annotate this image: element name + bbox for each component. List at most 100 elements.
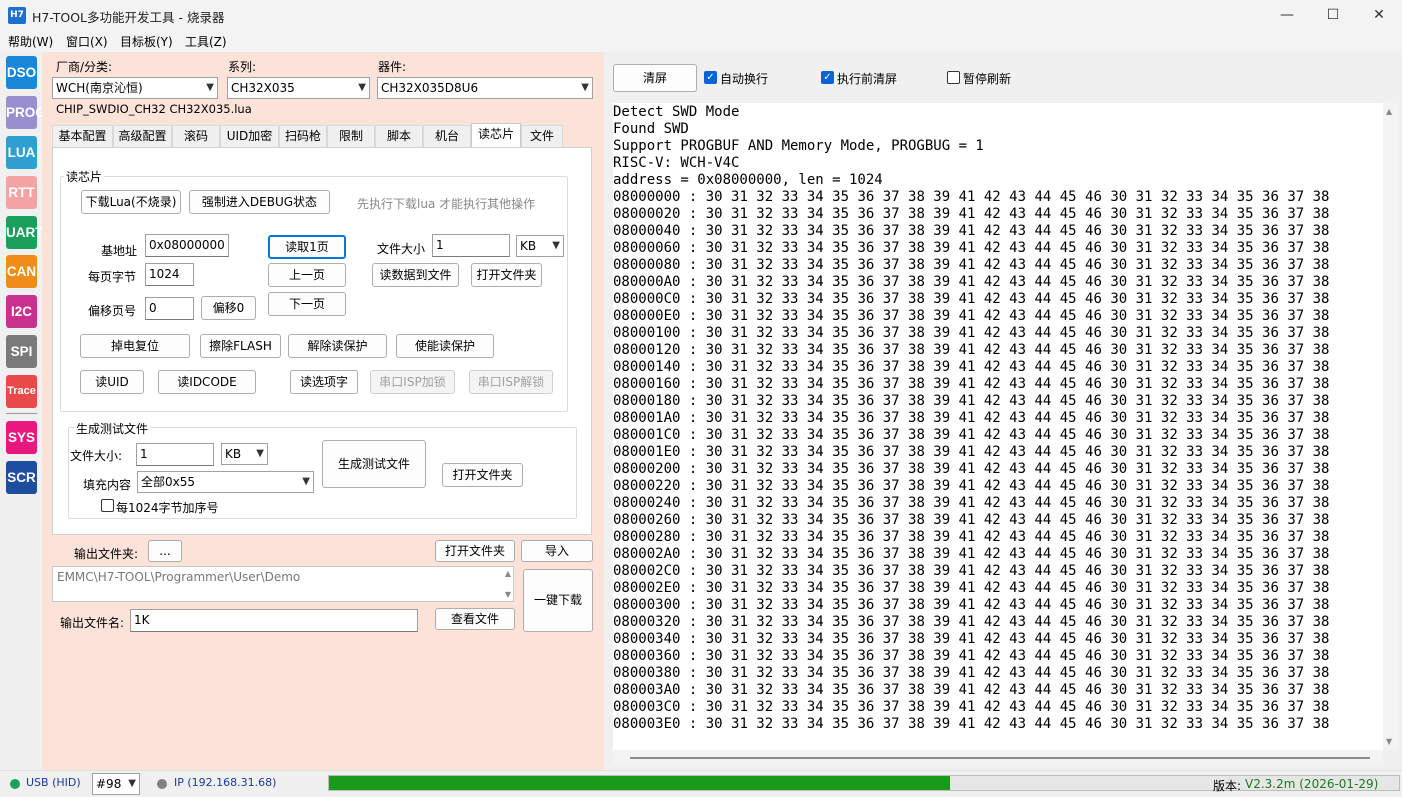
- scroll-thumb[interactable]: [630, 757, 1370, 759]
- open-folder-button[interactable]: 打开文件夹: [471, 263, 542, 287]
- log-hex-bytes: 30 31 32 33 34 35 36 37 38 39 41 42 43 4…: [705, 427, 1330, 443]
- log-hex-row: 080003A0 : 30 31 32 33 34 35 36 37 38 39…: [613, 682, 1329, 699]
- erase-flash-button[interactable]: 擦除FLASH: [200, 334, 281, 358]
- scroll-down-icon[interactable]: ▼: [1386, 737, 1392, 746]
- tab-uid-encrypt[interactable]: UID加密: [220, 125, 279, 147]
- enable-read-protect-button[interactable]: 使能读保护: [396, 334, 494, 358]
- pause-refresh-checkbox[interactable]: [947, 71, 960, 84]
- log-hex-bytes: 30 31 32 33 34 35 36 37 38 39 41 42 43 4…: [705, 444, 1330, 460]
- menu-help[interactable]: 帮助(W): [8, 33, 53, 50]
- sidebar-i2c-button[interactable]: I2C: [6, 295, 37, 328]
- series-value: CH32X035: [231, 81, 295, 95]
- tab-machine[interactable]: 机台: [423, 125, 471, 147]
- sidebar-sys-button[interactable]: SYS: [6, 421, 37, 454]
- menu-window[interactable]: 窗口(X): [66, 33, 108, 50]
- isp-unlock-button[interactable]: 串口ISP解锁: [469, 370, 553, 394]
- gen-size-unit-select[interactable]: KB ▼: [221, 443, 268, 465]
- usb-status-icon: [10, 779, 20, 789]
- log-hex-bytes: 30 31 32 33 34 35 36 37 38 39 41 42 43 4…: [705, 223, 1330, 239]
- vendor-select[interactable]: WCH(南京沁恒) ▼: [52, 77, 218, 99]
- window-title: H7-TOOL多功能开发工具 - 烧录器: [32, 10, 225, 25]
- one-key-download-button[interactable]: 一键下载: [523, 569, 593, 632]
- sidebar-rtt-button[interactable]: RTT: [6, 176, 37, 209]
- unlock-read-protect-button[interactable]: 解除读保护: [288, 334, 387, 358]
- tab-basic[interactable]: 基本配置: [52, 125, 113, 147]
- log-hex-row: 08000240 : 30 31 32 33 34 35 36 37 38 39…: [613, 495, 1329, 512]
- log-hex-bytes: 30 31 32 33 34 35 36 37 38 39 41 42 43 4…: [705, 393, 1330, 409]
- auto-wrap-checkbox[interactable]: ✓: [704, 71, 717, 84]
- clear-before-checkbox[interactable]: ✓: [821, 71, 834, 84]
- gen-test-group-title: 生成测试文件: [74, 420, 151, 437]
- log-horizontal-scrollbar[interactable]: [613, 750, 1383, 765]
- offset-page-input[interactable]: 0: [145, 297, 194, 320]
- clear-screen-button[interactable]: 清屏: [613, 64, 697, 92]
- sidebar-trace-button[interactable]: Trace: [6, 375, 37, 408]
- tab-bar: 基本配置 高级配置 滚码 UID加密 扫码枪 限制 脚本 机台 读芯片 文件: [52, 123, 592, 147]
- tab-file[interactable]: 文件: [521, 125, 563, 147]
- prev-page-button[interactable]: 上一页: [268, 263, 346, 287]
- seq-checkbox[interactable]: [101, 499, 114, 512]
- base-addr-input[interactable]: 0x08000000: [145, 234, 229, 257]
- log-hex-bytes: 30 31 32 33 34 35 36 37 38 39 41 42 43 4…: [705, 376, 1330, 392]
- sidebar-dso-button[interactable]: DSO: [6, 56, 37, 89]
- offset-zero-button[interactable]: 偏移0: [201, 296, 256, 320]
- isp-lock-button[interactable]: 串口ISP加锁: [370, 370, 455, 394]
- browse-folder-button[interactable]: ...: [148, 540, 182, 562]
- device-select[interactable]: CH32X035D8U6 ▼: [377, 77, 593, 99]
- log-hex-address: 08000140: [613, 359, 681, 375]
- tab-advanced[interactable]: 高级配置: [113, 125, 172, 147]
- tab-script[interactable]: 脚本: [375, 125, 423, 147]
- sidebar-prog-button[interactable]: PROG: [6, 96, 46, 129]
- download-lua-button[interactable]: 下载Lua(不烧录): [81, 190, 181, 214]
- file-size-unit-select[interactable]: KB ▼: [516, 235, 564, 257]
- view-file-button[interactable]: 查看文件: [435, 608, 515, 630]
- force-debug-button[interactable]: 强制进入DEBUG状态: [189, 190, 330, 214]
- minimize-button[interactable]: —: [1264, 0, 1310, 30]
- sidebar-lua-button[interactable]: LUA: [6, 136, 37, 169]
- tab-scanner[interactable]: 扫码枪: [279, 125, 327, 147]
- log-hex-row: 08000180 : 30 31 32 33 34 35 36 37 38 39…: [613, 393, 1329, 410]
- output-path-box[interactable]: EMMC\H7-TOOL\Programmer\User\Demo ▲ ▼: [52, 566, 514, 602]
- sidebar-spi-button[interactable]: SPI: [6, 335, 37, 368]
- read-page-button[interactable]: 读取1页: [268, 235, 346, 259]
- import-button[interactable]: 导入: [521, 540, 593, 562]
- output-open-folder-button[interactable]: 打开文件夹: [435, 540, 515, 562]
- menu-tools[interactable]: 工具(Z): [185, 33, 227, 50]
- sidebar-can-button[interactable]: CAN: [6, 255, 37, 288]
- fill-label: 填充内容: [83, 478, 132, 492]
- tab-read-chip[interactable]: 读芯片: [471, 123, 521, 147]
- scroll-up-icon[interactable]: ▲: [1386, 107, 1392, 116]
- next-page-button[interactable]: 下一页: [268, 292, 346, 316]
- version-value: V2.3.2m (2026-01-29): [1245, 777, 1379, 791]
- log-vertical-scrollbar[interactable]: ▲ ▼: [1383, 103, 1398, 750]
- read-idcode-button[interactable]: 读IDCODE: [158, 370, 256, 394]
- power-reset-button[interactable]: 掉电复位: [80, 334, 190, 358]
- output-filename-input[interactable]: 1K: [130, 609, 418, 632]
- gen-test-file-button[interactable]: 生成测试文件: [322, 440, 426, 488]
- log-hex-address: 08000240: [613, 495, 681, 511]
- tab-limit[interactable]: 限制: [327, 125, 375, 147]
- close-button[interactable]: ✕: [1356, 0, 1402, 30]
- series-select[interactable]: CH32X035 ▼: [227, 77, 370, 99]
- read-option-button[interactable]: 读选项字: [290, 370, 358, 394]
- file-size-input[interactable]: 1: [432, 234, 510, 257]
- gen-open-folder-button[interactable]: 打开文件夹: [442, 463, 523, 487]
- tab-rolling-code[interactable]: 滚码: [172, 125, 220, 147]
- usb-status-label: USB (HID): [26, 776, 81, 789]
- sidebar-uart-button[interactable]: UART: [6, 216, 44, 249]
- fill-select[interactable]: 全部0x55 ▼: [137, 471, 314, 493]
- log-hex-address: 080000C0: [613, 291, 681, 307]
- menu-target[interactable]: 目标板(Y): [120, 33, 173, 50]
- read-uid-button[interactable]: 读UID: [80, 370, 144, 394]
- scroll-down-icon[interactable]: ▼: [505, 590, 511, 599]
- device-number-select[interactable]: #98 ▼: [92, 773, 140, 795]
- sidebar-scr-button[interactable]: SCR: [6, 461, 37, 494]
- chevron-down-icon: ▼: [358, 82, 366, 93]
- page-bytes-input[interactable]: 1024: [145, 263, 194, 286]
- read-to-file-button[interactable]: 读数据到文件: [372, 263, 459, 287]
- scroll-up-icon[interactable]: ▲: [505, 569, 511, 578]
- log-output[interactable]: Detect SWD Mode Found SWD Support PROGBUF …: [613, 103, 1383, 750]
- maximize-button[interactable]: ☐: [1310, 0, 1356, 30]
- device-label: 器件:: [378, 60, 407, 74]
- gen-size-input[interactable]: 1: [136, 443, 214, 466]
